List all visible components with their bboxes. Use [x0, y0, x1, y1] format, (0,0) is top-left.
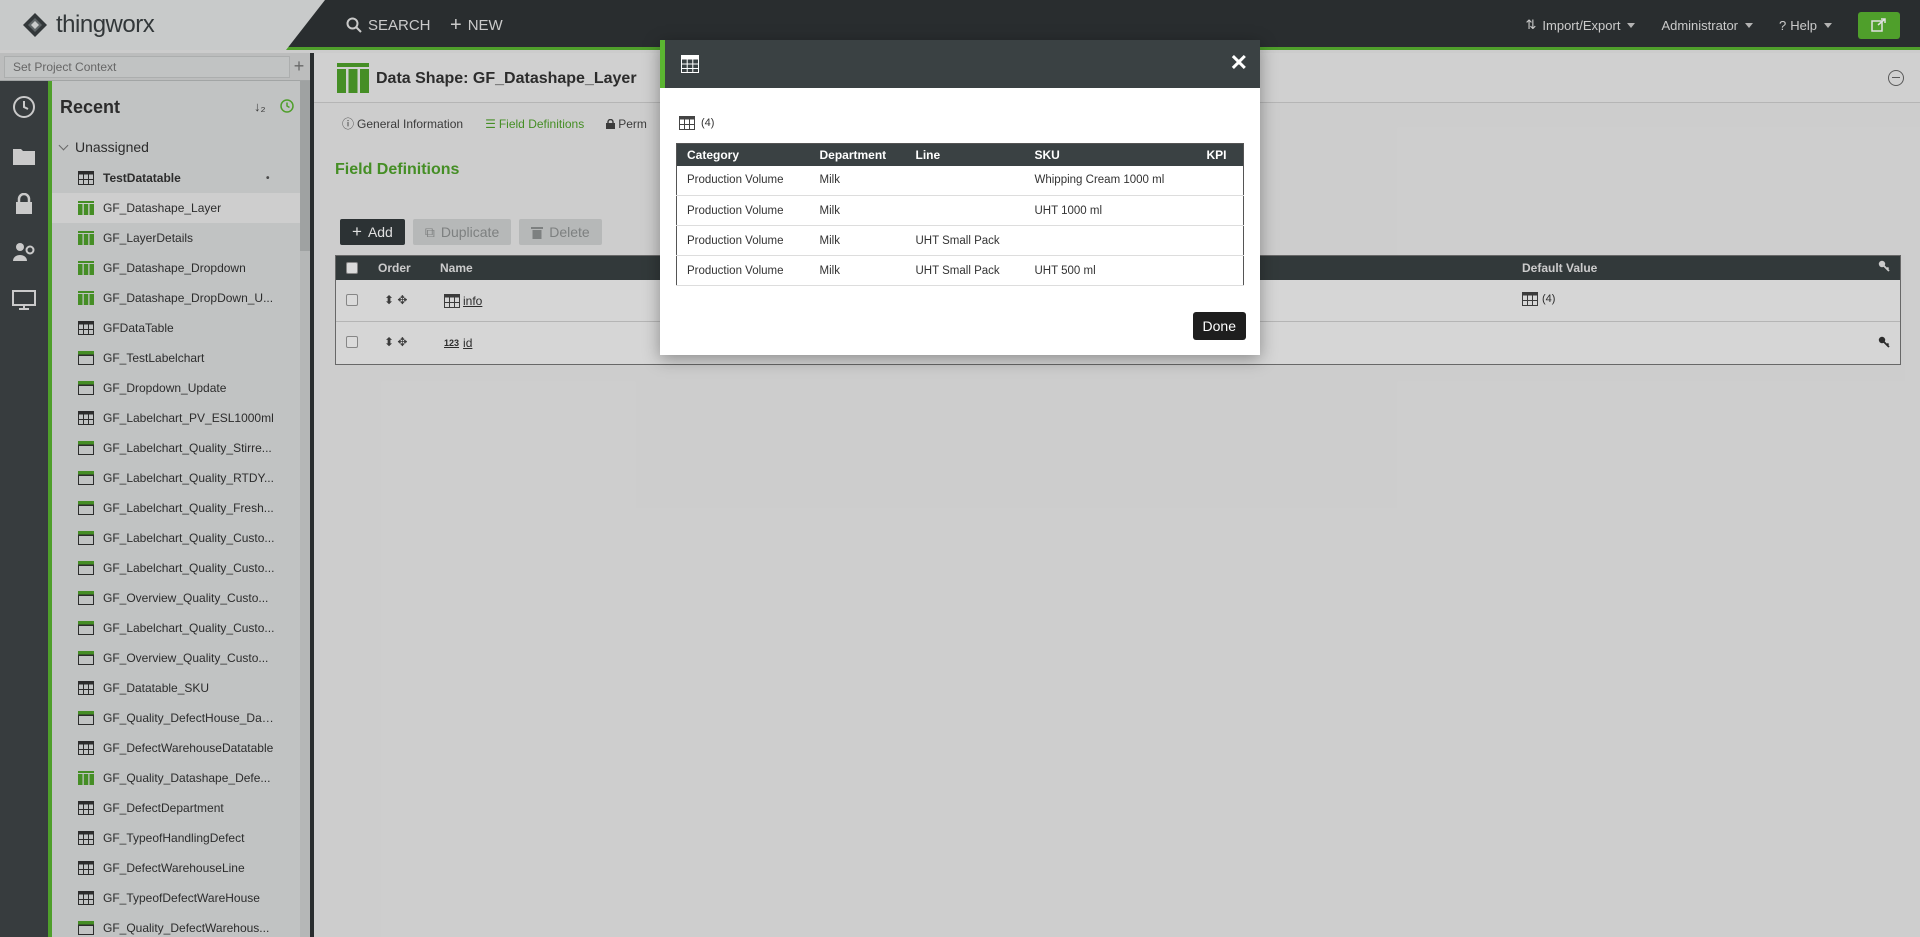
table-row[interactable]: Production Volume Milk UHT Small Pack UHT 5… — [676, 255, 1244, 286]
infotable-dialog: ✕ (4) Category Department Line SKU KPI P… — [660, 40, 1260, 355]
column-header: KPI — [1196, 143, 1244, 166]
table-row[interactable]: Production Volume Milk UHT 1000 ml — [676, 195, 1244, 226]
table-cell: Milk — [809, 225, 906, 256]
table-cell — [905, 195, 1025, 226]
column-header: Department — [809, 143, 906, 166]
table-cell: Production Volume — [676, 195, 810, 226]
table-cell: UHT 500 ml — [1024, 255, 1197, 286]
table-row[interactable]: Production Volume Milk UHT Small Pack — [676, 225, 1244, 256]
infotable-body: Production Volume Milk Whipping Cream 1000… — [676, 165, 1244, 286]
table-cell: Milk — [809, 255, 906, 286]
table-cell — [1024, 225, 1197, 256]
table-cell — [1196, 225, 1244, 256]
table-icon — [679, 116, 695, 130]
row-count-text: (4) — [701, 117, 715, 129]
table-icon — [681, 55, 699, 73]
column-header: SKU — [1024, 143, 1197, 166]
table-cell — [905, 165, 1025, 196]
table-cell: Milk — [809, 165, 906, 196]
table-cell: UHT Small Pack — [905, 255, 1025, 286]
table-cell: Whipping Cream 1000 ml — [1024, 165, 1197, 196]
table-cell — [1196, 195, 1244, 226]
table-cell: Production Volume — [676, 255, 810, 286]
done-button[interactable]: Done — [1192, 312, 1246, 340]
table-cell: Production Volume — [676, 165, 810, 196]
table-cell — [1196, 165, 1244, 196]
dialog-header: ✕ — [660, 40, 1260, 88]
infotable: Category Department Line SKU KPI Product… — [676, 143, 1244, 286]
table-cell — [1196, 255, 1244, 286]
close-icon[interactable]: ✕ — [1230, 50, 1248, 76]
column-header: Line — [905, 143, 1025, 166]
table-cell: UHT 1000 ml — [1024, 195, 1197, 226]
column-header: Category — [676, 143, 810, 166]
table-cell: Production Volume — [676, 225, 810, 256]
table-cell: Milk — [809, 195, 906, 226]
row-count: (4) — [679, 116, 714, 130]
table-row[interactable]: Production Volume Milk Whipping Cream 1000… — [676, 165, 1244, 196]
table-cell: UHT Small Pack — [905, 225, 1025, 256]
infotable-header-row: Category Department Line SKU KPI — [676, 143, 1244, 166]
